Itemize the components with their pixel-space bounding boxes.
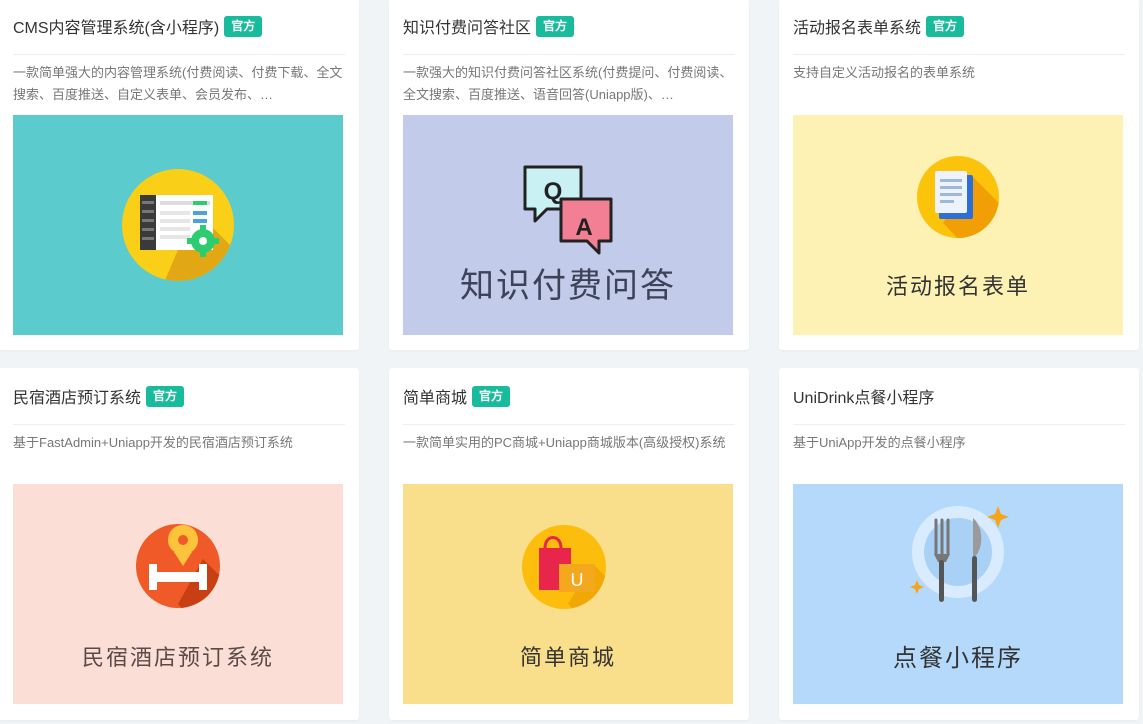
svg-text:U: U — [571, 570, 584, 590]
plugin-card-shop[interactable]: 简单商城 官方 一款简单实用的PC商城+Uniapp商城版本(高级授权)系统 U… — [389, 368, 749, 720]
official-badge: 官方 — [146, 385, 185, 407]
banner-text: 点餐小程序 — [893, 645, 1023, 672]
card-banner[interactable]: U 简单商城 — [403, 484, 733, 704]
svg-text:A: A — [575, 214, 592, 241]
plugin-card-cms[interactable]: CMS内容管理系统(含小程序) 官方 一款简单强大的内容管理系统(付费阅读、付费… — [0, 0, 359, 350]
form-document-icon — [917, 156, 999, 238]
card-description: 一款简单强大的内容管理系统(付费阅读、付费下载、全文搜索、百度推送、自定义表单、… — [13, 65, 343, 102]
cms-dashboard-icon — [122, 169, 234, 281]
card-header: UniDrink点餐小程序 — [793, 368, 1125, 425]
card-header: 简单商城 官方 — [403, 368, 735, 425]
card-description: 基于UniApp开发的点餐小程序 — [793, 435, 966, 450]
card-title[interactable]: 简单商城 — [403, 384, 467, 408]
card-header: 知识付费问答社区 官方 — [403, 0, 735, 55]
banner-text: 简单商城 — [519, 645, 616, 670]
card-description: 支持自定义活动报名的表单系统 — [793, 65, 976, 80]
card-title[interactable]: 民宿酒店预订系统 — [13, 384, 141, 408]
official-badge: 官方 — [472, 385, 511, 407]
card-description: 一款强大的知识付费问答社区系统(付费提问、付费阅读、全文搜索、百度推送、语音回答… — [403, 65, 733, 102]
plugin-card-unidrink[interactable]: UniDrink点餐小程序 基于UniApp开发的点餐小程序 点餐小程序 — [779, 368, 1139, 720]
card-banner[interactable]: Q A 知识付费问答 — [403, 115, 733, 335]
card-banner[interactable]: 点餐小程序 — [793, 484, 1123, 704]
card-title[interactable]: UniDrink点餐小程序 — [793, 384, 934, 408]
card-description: 基于FastAdmin+Uniapp开发的民宿酒店预订系统 — [13, 435, 293, 450]
banner-text: 活动报名表单 — [885, 274, 1030, 299]
card-banner[interactable]: 活动报名表单 — [793, 115, 1123, 335]
card-header: 活动报名表单系统 官方 — [793, 0, 1125, 55]
card-title[interactable]: CMS内容管理系统(含小程序) — [13, 14, 219, 38]
banner-text: 知识付费问答 — [460, 267, 676, 305]
plugin-card-hotel[interactable]: 民宿酒店预订系统 官方 基于FastAdmin+Uniapp开发的民宿酒店预订系… — [0, 368, 359, 720]
card-header: 民宿酒店预订系统 官方 — [13, 368, 345, 425]
plugin-card-event-form[interactable]: 活动报名表单系统 官方 支持自定义活动报名的表单系统 活动报名表单 — [779, 0, 1139, 350]
official-badge: 官方 — [536, 15, 575, 37]
card-title[interactable]: 活动报名表单系统 — [793, 14, 921, 38]
plugin-card-qa[interactable]: 知识付费问答社区 官方 一款强大的知识付费问答社区系统(付费提问、付费阅读、全文… — [389, 0, 749, 350]
banner-text: 民宿酒店预订系统 — [81, 645, 274, 670]
card-banner[interactable]: 民宿酒店预订系统 — [13, 484, 343, 704]
official-badge: 官方 — [224, 15, 263, 37]
card-banner[interactable] — [13, 115, 343, 335]
card-description: 一款简单实用的PC商城+Uniapp商城版本(高级授权)系统 — [403, 435, 726, 450]
official-badge: 官方 — [926, 15, 965, 37]
card-header: CMS内容管理系统(含小程序) 官方 — [13, 0, 345, 55]
card-title[interactable]: 知识付费问答社区 — [403, 14, 531, 38]
